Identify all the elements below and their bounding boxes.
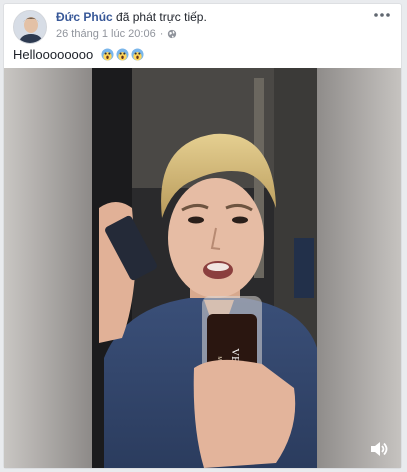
post-meta: 26 tháng 1 lúc 20:06 · bbox=[56, 28, 177, 40]
caption-text: Helloooooooo bbox=[13, 47, 94, 62]
scream-emoji-icon bbox=[131, 48, 144, 61]
post-caption: Helloooooooo bbox=[13, 47, 144, 62]
more-options-icon bbox=[374, 13, 390, 17]
post-header: Đức Phúc đã phát trực tiếp. bbox=[56, 10, 207, 24]
scream-emoji-icon bbox=[116, 48, 129, 61]
feed-post: Đức Phúc đã phát trực tiếp. 26 tháng 1 l… bbox=[3, 3, 402, 469]
author-name[interactable]: Đức Phúc bbox=[56, 10, 113, 24]
more-options-button[interactable] bbox=[371, 6, 393, 24]
post-action-text: đã phát trực tiếp. bbox=[116, 10, 207, 24]
live-video-player[interactable]: VEAIET MERIAGE bbox=[4, 68, 401, 468]
globe-icon[interactable] bbox=[167, 29, 177, 39]
scream-emoji-icon bbox=[101, 48, 114, 61]
volume-icon bbox=[371, 442, 388, 456]
author-avatar[interactable] bbox=[13, 10, 47, 44]
volume-button[interactable] bbox=[369, 440, 389, 458]
post-timestamp[interactable]: 26 tháng 1 lúc 20:06 bbox=[56, 28, 156, 40]
video-frame: VEAIET MERIAGE bbox=[4, 68, 401, 468]
